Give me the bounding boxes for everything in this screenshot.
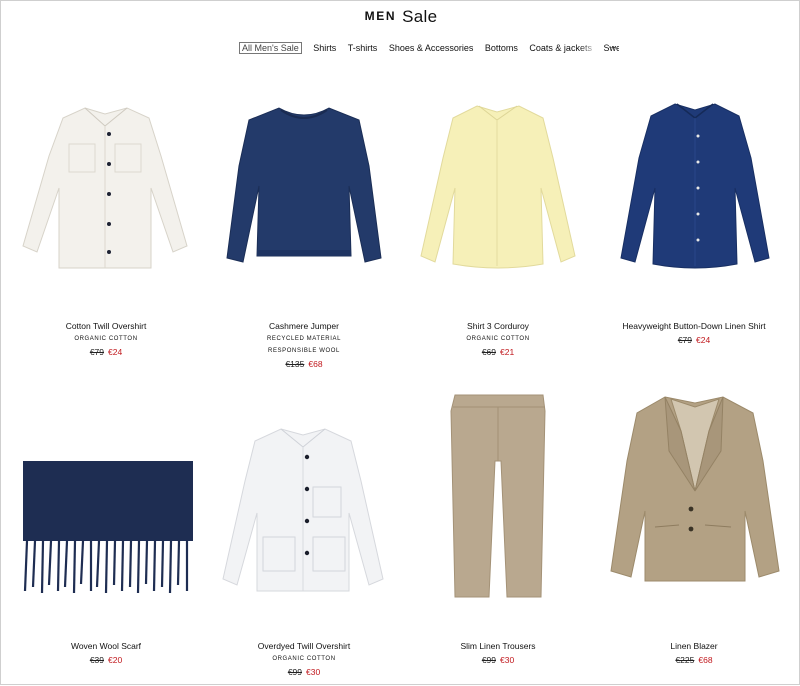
original-price: €39 bbox=[89, 655, 104, 665]
product-image[interactable] bbox=[209, 391, 399, 592]
product-name[interactable]: Cotton Twill Overshirt bbox=[11, 321, 201, 332]
product-card[interactable]: Heavyweight Button-Down Linen Shirt €79 €… bbox=[599, 96, 789, 345]
product-name[interactable]: Cashmere Jumper bbox=[209, 321, 399, 332]
product-tag: ORGANIC COTTON bbox=[466, 336, 530, 342]
product-card[interactable]: Cashmere Jumper RECYCLED MATERIAL RESPON… bbox=[209, 96, 399, 369]
product-image[interactable] bbox=[403, 96, 593, 296]
sale-price: €68 bbox=[698, 655, 713, 665]
sale-price: €20 bbox=[108, 655, 123, 665]
original-price: €135 bbox=[285, 359, 305, 369]
product-price: €225 €68 bbox=[599, 655, 789, 665]
product-tag: RESPONSIBLE WOOL bbox=[268, 348, 340, 354]
product-price: €79 €24 bbox=[11, 347, 201, 357]
product-name[interactable]: Heavyweight Button-Down Linen Shirt bbox=[599, 321, 789, 332]
product-card[interactable]: Cotton Twill Overshirt ORGANIC COTTON €7… bbox=[11, 96, 201, 357]
product-image[interactable] bbox=[599, 391, 789, 591]
product-price: €79 €24 bbox=[599, 335, 789, 345]
product-tag: ORGANIC COTTON bbox=[272, 656, 336, 662]
product-name[interactable]: Shirt 3 Corduroy bbox=[403, 321, 593, 332]
original-price: €69 bbox=[481, 347, 496, 357]
original-price: €99 bbox=[287, 667, 302, 677]
product-price: €135 €68 bbox=[209, 359, 399, 369]
product-price: €39 €20 bbox=[11, 655, 201, 665]
product-price: €69 €21 bbox=[403, 347, 593, 357]
sale-price: €24 bbox=[696, 335, 711, 345]
original-price: €79 bbox=[677, 335, 692, 345]
product-card[interactable]: Slim Linen Trousers €99 €30 bbox=[403, 391, 593, 665]
product-image[interactable] bbox=[403, 391, 593, 598]
product-name[interactable]: Linen Blazer bbox=[599, 641, 789, 652]
product-price: €99 €30 bbox=[403, 655, 593, 665]
product-image[interactable] bbox=[599, 96, 789, 296]
product-card[interactable]: Shirt 3 Corduroy ORGANIC COTTON €69 €21 bbox=[403, 96, 593, 357]
sale-price: €24 bbox=[108, 347, 123, 357]
product-name[interactable]: Overdyed Twill Overshirt bbox=[209, 641, 399, 652]
original-price: €225 bbox=[675, 655, 695, 665]
product-tag: ORGANIC COTTON bbox=[74, 336, 138, 342]
sale-price: €21 bbox=[500, 347, 515, 357]
sale-price: €30 bbox=[306, 667, 321, 677]
product-name[interactable]: Woven Wool Scarf bbox=[11, 641, 201, 652]
sale-price: €68 bbox=[308, 359, 323, 369]
product-card[interactable]: Linen Blazer €225 €68 bbox=[599, 391, 789, 665]
product-image[interactable] bbox=[11, 96, 201, 296]
product-tag: RECYCLED MATERIAL bbox=[266, 336, 342, 342]
product-name[interactable]: Slim Linen Trousers bbox=[403, 641, 593, 652]
original-price: €99 bbox=[481, 655, 496, 665]
product-price: €99 €30 bbox=[209, 667, 399, 677]
product-card[interactable]: Woven Wool Scarf €39 €20 bbox=[11, 391, 201, 665]
sale-price: €30 bbox=[500, 655, 515, 665]
original-price: €79 bbox=[89, 347, 104, 357]
product-image[interactable] bbox=[209, 96, 399, 296]
product-card[interactable]: Overdyed Twill Overshirt ORGANIC COTTON … bbox=[209, 391, 399, 677]
product-grid: Cotton Twill Overshirt ORGANIC COTTON €7… bbox=[1, 1, 800, 686]
product-image[interactable] bbox=[11, 391, 201, 594]
